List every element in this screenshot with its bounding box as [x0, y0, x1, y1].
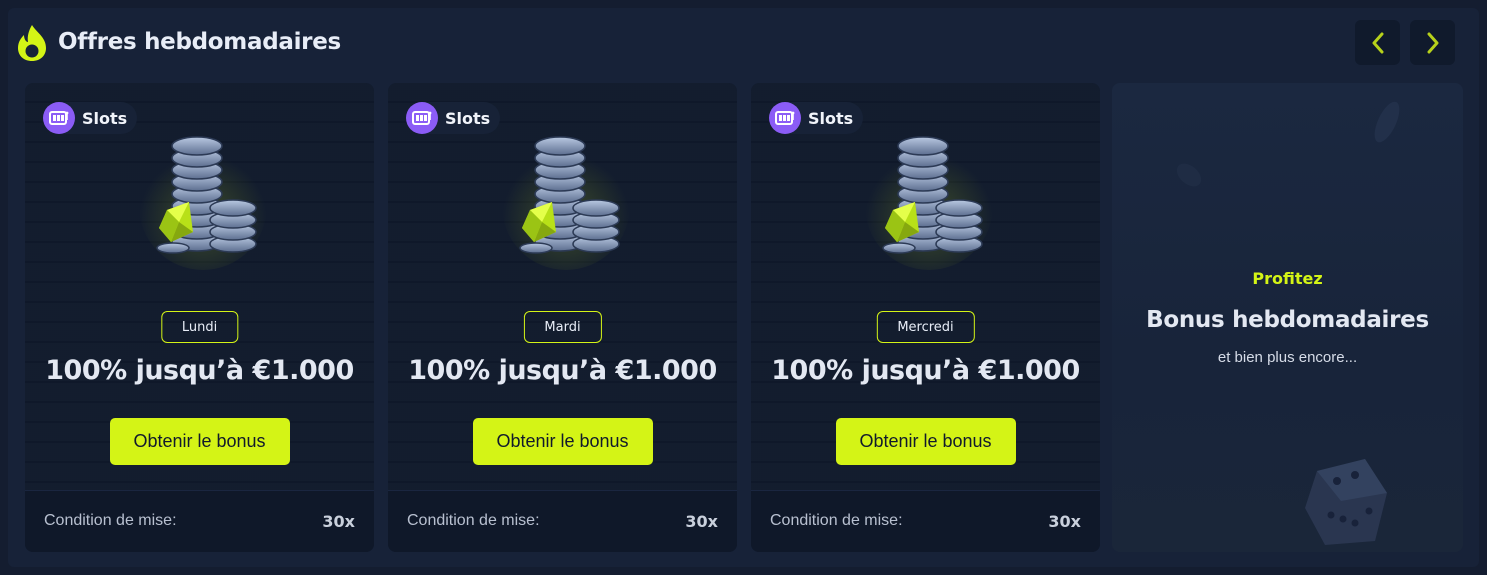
weekday-badge: Lundi — [160, 311, 239, 343]
offer-card-wednesday: Slots Mercredi 100% jusqu’à €1.000 Obten… — [751, 83, 1100, 552]
slot-machine-icon — [406, 102, 438, 134]
section-title: Offres hebdomadaires — [58, 29, 341, 55]
wager-label: Condition de mise: — [407, 512, 540, 529]
offer-headline: 100% jusqu’à €1.000 — [408, 355, 717, 386]
dice-icon — [1305, 459, 1387, 545]
coin-icon — [1374, 101, 1400, 143]
wager-condition-row: Condition de mise: 30x — [751, 490, 1100, 552]
carousel-next-button[interactable] — [1410, 20, 1455, 65]
promo-subtitle: et bien plus encore... — [1217, 349, 1358, 366]
promo-eyebrow: Profitez — [1252, 269, 1323, 288]
slot-machine-icon — [769, 102, 801, 134]
coin-icon — [1176, 163, 1202, 187]
category-badge: Slots — [43, 102, 138, 134]
chevron-left-icon — [1372, 32, 1383, 53]
category-label: Slots — [445, 108, 491, 128]
promo-card: Profitez Bonus hebdomadaires et bien plu… — [1112, 83, 1463, 552]
slot-machine-icon — [43, 102, 75, 134]
weekday-badge: Mardi — [523, 311, 602, 343]
category-badge: Slots — [769, 102, 864, 134]
wager-label: Condition de mise: — [770, 512, 903, 529]
section-header: Offres hebdomadaires — [16, 20, 1456, 68]
wager-label: Condition de mise: — [44, 512, 177, 529]
get-bonus-button[interactable]: Obtenir le bonus — [472, 418, 653, 465]
wager-condition-row: Condition de mise: 30x — [388, 490, 737, 552]
offer-card-tuesday: Slots Mardi 100% jusqu’à €1.000 Obtenir … — [388, 83, 737, 552]
offer-headline: 100% jusqu’à €1.000 — [771, 355, 1080, 386]
coins-gem-illustration — [139, 136, 267, 270]
chevron-right-icon — [1427, 32, 1438, 53]
offer-card-monday: Slots Lundi 100% jusqu’à €1.000 Obtenir … — [25, 83, 374, 552]
carousel-prev-button[interactable] — [1355, 20, 1400, 65]
wager-value: 30x — [685, 512, 718, 531]
wager-value: 30x — [322, 512, 355, 531]
offer-headline: 100% jusqu’à €1.000 — [45, 355, 354, 386]
fire-icon — [18, 25, 46, 61]
coins-gem-illustration — [865, 136, 993, 270]
coins-gem-illustration — [502, 136, 630, 270]
category-badge: Slots — [406, 102, 501, 134]
get-bonus-button[interactable]: Obtenir le bonus — [835, 418, 1016, 465]
weekday-badge: Mercredi — [876, 311, 975, 343]
get-bonus-button[interactable]: Obtenir le bonus — [109, 418, 290, 465]
category-label: Slots — [808, 108, 854, 128]
promo-title: Bonus hebdomadaires — [1146, 307, 1429, 333]
category-label: Slots — [82, 108, 128, 128]
wager-value: 30x — [1048, 512, 1081, 531]
wager-condition-row: Condition de mise: 30x — [25, 490, 374, 552]
